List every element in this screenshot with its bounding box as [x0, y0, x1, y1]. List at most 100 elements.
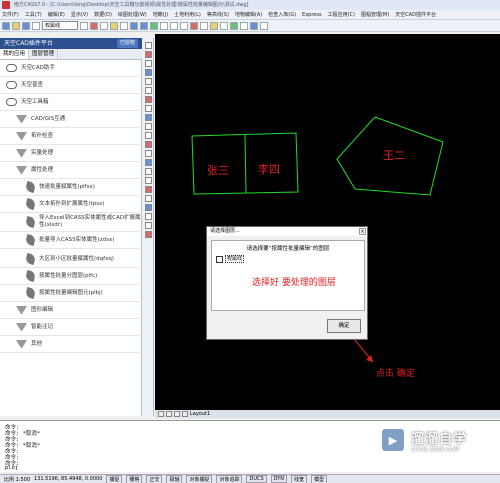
design-center-icon[interactable]: [200, 21, 208, 30]
draw-tool-icon[interactable]: [145, 231, 152, 238]
draw-tool-icon[interactable]: [145, 69, 152, 76]
zoom-previous-icon[interactable]: [180, 21, 188, 30]
properties-icon[interactable]: [190, 21, 198, 30]
zoom-realtime-icon[interactable]: [160, 21, 168, 30]
match-properties-icon[interactable]: [120, 21, 128, 30]
layer-option[interactable]: 权属线: [216, 255, 245, 263]
help-icon[interactable]: [260, 21, 268, 30]
new-file-icon[interactable]: [2, 21, 10, 30]
tree-item[interactable]: 拓扑检查: [0, 128, 142, 145]
menu-item[interactable]: 文件(F): [2, 11, 19, 18]
tree-item[interactable]: 其他: [0, 336, 142, 353]
status-mode-toggle[interactable]: 正交: [146, 475, 163, 483]
draw-tool-icon[interactable]: [145, 87, 152, 94]
tree-item[interactable]: 批量导入CASS实体属性(zdsx): [0, 232, 142, 249]
print-icon[interactable]: [80, 21, 88, 30]
draw-tool-icon[interactable]: [145, 96, 152, 103]
tree-item[interactable]: 天空普查: [0, 77, 142, 94]
draw-tool-icon[interactable]: [145, 177, 152, 184]
menu-item[interactable]: 工具(T): [25, 11, 42, 18]
menu-item[interactable]: 图幅管理(M): [361, 11, 389, 18]
tree-item[interactable]: 文本拓扑到扩展属性(tpsx): [0, 196, 142, 213]
redo-icon[interactable]: [140, 21, 148, 30]
dialog-close-button[interactable]: ×: [359, 228, 366, 235]
tree-item[interactable]: 按属性批量分图层(plfc): [0, 268, 142, 285]
area-icon[interactable]: [230, 21, 238, 30]
draw-tool-icon[interactable]: [145, 141, 152, 148]
menu-item[interactable]: 绘图处理(W): [118, 11, 147, 18]
copy-icon[interactable]: [100, 21, 108, 30]
draw-tool-icon[interactable]: [145, 150, 152, 157]
menu-item[interactable]: 编辑(E): [48, 11, 65, 18]
status-mode-toggle[interactable]: DYN: [270, 475, 288, 483]
drawing-canvas[interactable]: 张三 李四 王二: [155, 34, 500, 410]
menu-item[interactable]: 地籍(J): [153, 11, 168, 18]
paste-icon[interactable]: [110, 21, 118, 30]
tab-my-apps[interactable]: 我的应用: [0, 49, 30, 59]
draw-tool-icon[interactable]: [145, 168, 152, 175]
draw-tool-icon[interactable]: [145, 222, 152, 229]
tree-item[interactable]: 快速批量赋属性(plfsx): [0, 179, 142, 196]
tree-item[interactable]: 图形编辑: [0, 302, 142, 319]
draw-tool-icon[interactable]: [145, 132, 152, 139]
tree-item[interactable]: 天空工具箱: [0, 94, 142, 111]
layer-manager-icon[interactable]: [32, 21, 40, 30]
menu-item[interactable]: 检查入库(G): [268, 11, 296, 18]
ok-button[interactable]: 确定: [327, 319, 361, 333]
draw-tool-icon[interactable]: [145, 114, 152, 121]
save-icon[interactable]: [22, 21, 30, 30]
tool-palette-icon[interactable]: [210, 21, 218, 30]
draw-tool-icon[interactable]: [145, 213, 152, 220]
draw-tool-icon[interactable]: [145, 51, 152, 58]
status-mode-toggle[interactable]: 极轴: [166, 475, 183, 483]
zoom-window-icon[interactable]: [170, 21, 178, 30]
menu-item[interactable]: Express: [302, 12, 322, 18]
tab-layout1[interactable]: Layout1: [190, 411, 210, 417]
draw-tool-icon[interactable]: [145, 105, 152, 112]
status-mode-toggle[interactable]: 栅格: [126, 475, 143, 483]
layer-checkbox[interactable]: [216, 255, 223, 263]
status-mode-toggle[interactable]: 对象捕捉: [186, 475, 213, 483]
tree-item[interactable]: CAD/GIS互通: [0, 111, 142, 128]
undo-icon[interactable]: [130, 21, 138, 30]
tree-item[interactable]: 大区到小区批量赋属性(dqfxq): [0, 251, 142, 268]
list-icon[interactable]: [240, 21, 248, 30]
menu-item[interactable]: 地物编辑(A): [235, 11, 262, 18]
tab-last-icon[interactable]: [182, 411, 188, 417]
draw-tool-icon[interactable]: [145, 186, 152, 193]
tree-item[interactable]: 智能注记: [0, 319, 142, 336]
open-file-icon[interactable]: [12, 21, 20, 30]
cut-icon[interactable]: [90, 21, 98, 30]
status-mode-toggle[interactable]: DUCS: [246, 475, 267, 483]
distance-icon[interactable]: [220, 21, 228, 30]
draw-tool-icon[interactable]: [145, 42, 152, 49]
layer-option-label[interactable]: 权属线: [225, 255, 245, 263]
tab-first-icon[interactable]: [158, 411, 164, 417]
status-mode-toggle[interactable]: 模型: [311, 475, 328, 483]
draw-tool-icon[interactable]: [145, 204, 152, 211]
tree-item[interactable]: 实量处理: [0, 145, 142, 162]
status-mode-toggle[interactable]: 对象追踪: [216, 475, 243, 483]
menu-item[interactable]: 天空CAD插件平台: [395, 11, 436, 18]
layer-select[interactable]: 权属线: [42, 21, 78, 30]
menu-item[interactable]: 工程应用(C): [328, 11, 355, 18]
draw-tool-icon[interactable]: [145, 60, 152, 67]
draw-tool-icon[interactable]: [145, 123, 152, 130]
tab-next-icon[interactable]: [174, 411, 180, 417]
tree-item[interactable]: 按属性批量编辑图元(plbj): [0, 285, 142, 302]
menu-item[interactable]: 数据(D): [94, 11, 112, 18]
menu-item[interactable]: 土地利用(L): [174, 11, 201, 18]
id-point-icon[interactable]: [250, 21, 258, 30]
tab-prev-icon[interactable]: [166, 411, 172, 417]
authorized-button[interactable]: 已授权: [116, 39, 138, 48]
pan-icon[interactable]: [150, 21, 158, 30]
draw-tool-icon[interactable]: [145, 195, 152, 202]
draw-tool-icon[interactable]: [145, 159, 152, 166]
draw-tool-icon[interactable]: [145, 78, 152, 85]
menu-item[interactable]: 显示(V): [71, 11, 88, 18]
tab-layer-management[interactable]: 图层管理: [29, 49, 59, 59]
tree-item[interactable]: 属性处理: [0, 162, 142, 179]
tree-item[interactable]: 天空CAD助手: [0, 60, 142, 77]
status-mode-toggle[interactable]: 线宽: [291, 475, 308, 483]
tree-item[interactable]: 导入Excel到CASS实体属性或CAD扩展属性(xlsdr): [0, 213, 142, 232]
